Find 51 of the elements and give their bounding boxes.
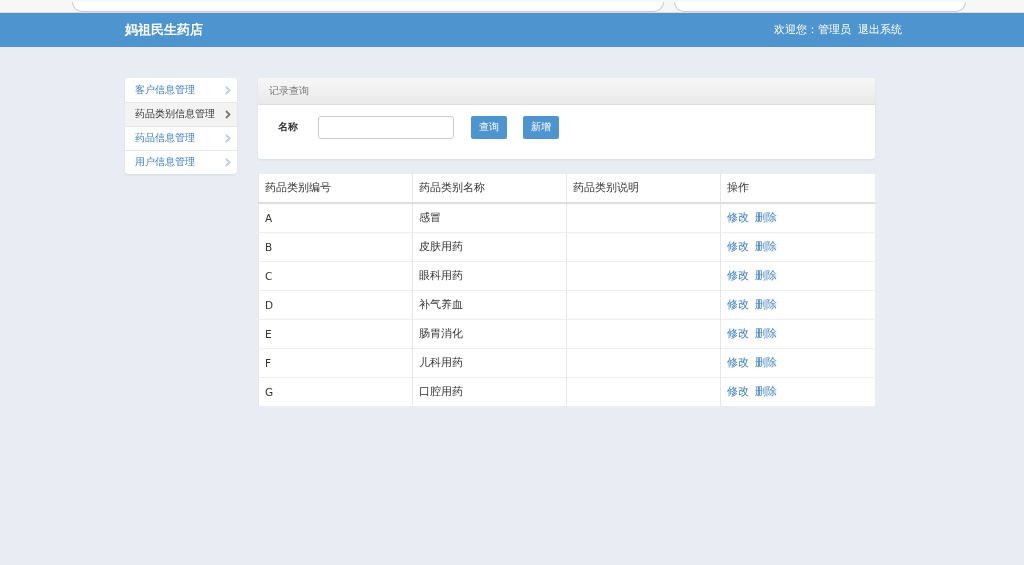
delete-link[interactable]: 删除 [755,298,778,310]
panel-title: 记录查询 [258,78,875,105]
table-cell: 儿科用药 [412,348,567,378]
table-cell: 补气养血 [412,290,567,320]
table-cell: 皮肤用药 [412,232,567,262]
table-cell: 肠胃消化 [412,319,567,349]
edit-link[interactable]: 修改 [727,240,750,252]
browser-search-field[interactable] [674,2,966,12]
brand-title: 妈祖民生药店 [125,21,204,39]
table-cell: C [258,261,413,291]
address-bar[interactable] [72,2,664,12]
table-cell: F [258,348,413,378]
field-label: 名称 [278,121,299,134]
table-cell: B [258,232,413,262]
chevron-icon [225,158,231,167]
column-header: 药品类别编号 [258,174,413,203]
delete-link[interactable]: 删除 [755,269,778,281]
edit-link[interactable]: 修改 [727,211,750,223]
edit-link[interactable]: 修改 [727,356,750,368]
sidebar-item[interactable]: 用户信息管理 [125,150,237,174]
chevron-icon [225,134,231,143]
name-input[interactable] [318,116,454,139]
user-name: 管理员 [818,23,851,37]
column-header: 操作 [720,174,875,203]
delete-link[interactable]: 删除 [755,356,778,368]
sidebar-item[interactable]: 药品类别信息管理 [125,102,237,126]
table-cell: 口腔用药 [412,377,567,406]
welcome-text: 欢迎您： [774,23,818,37]
sidebar-item[interactable]: 药品信息管理 [125,126,237,150]
add-button[interactable]: 新增 [523,116,559,139]
edit-link[interactable]: 修改 [727,327,750,339]
column-header: 药品类别名称 [412,174,567,203]
edit-link[interactable]: 修改 [727,269,750,281]
sidebar-item[interactable]: 客户信息管理 [125,78,237,102]
query-button[interactable]: 查询 [471,116,507,139]
column-header: 药品类别说明 [566,174,721,203]
chevron-icon [225,85,231,95]
logout-link[interactable]: 退出系统 [858,23,902,37]
edit-link[interactable]: 修改 [727,385,750,397]
table-cell: G [258,377,413,406]
delete-link[interactable]: 删除 [755,240,778,252]
table-cell: 感冒 [412,203,567,233]
delete-link[interactable]: 删除 [755,327,778,339]
table-cell: E [258,319,413,349]
table-cell: D [258,290,413,320]
delete-link[interactable]: 删除 [755,385,778,397]
edit-link[interactable]: 修改 [727,298,750,310]
table-cell: 眼科用药 [412,261,567,291]
table-cell: A [258,203,413,233]
delete-link[interactable]: 删除 [755,211,778,223]
chevron-icon [225,110,231,119]
